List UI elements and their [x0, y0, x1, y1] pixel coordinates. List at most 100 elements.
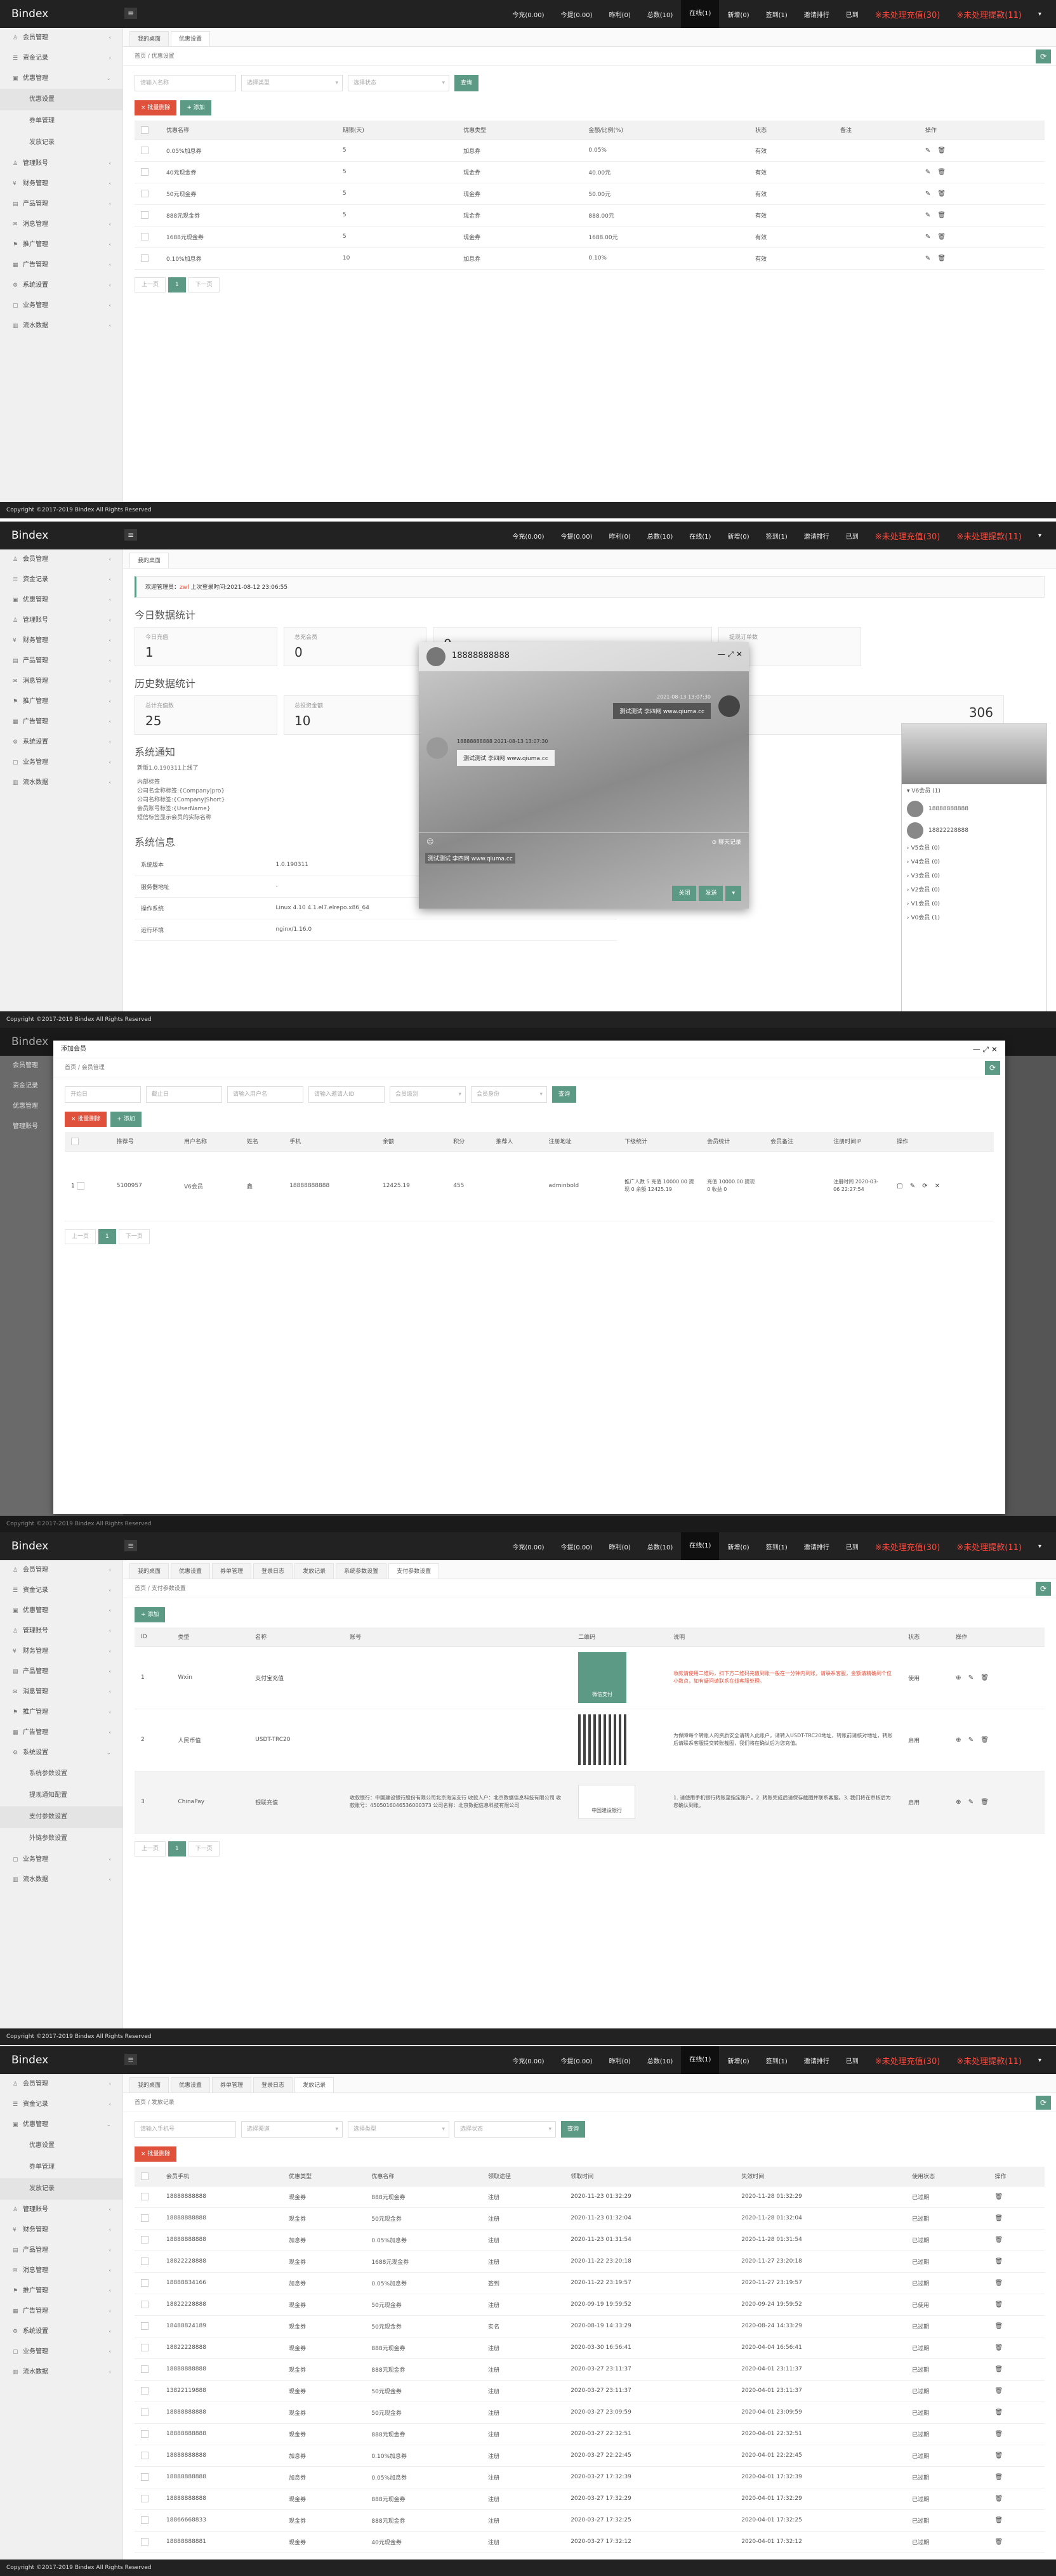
row-checkbox[interactable]: [141, 211, 148, 219]
nav-item[interactable]: 在线(1): [681, 1532, 720, 1560]
sidebar-item-admin[interactable]: ♙ 管理账号 ‹: [0, 1621, 122, 1641]
row-checkbox[interactable]: [141, 2279, 148, 2287]
delete-icon[interactable]: 🗑: [988, 2509, 1045, 2532]
sidebar-item-members[interactable]: ♙ 会员管理 ‹: [0, 1560, 122, 1580]
nav-item[interactable]: 签到(1): [758, 531, 796, 541]
username-input[interactable]: 请输入用户名: [227, 1086, 303, 1103]
prev-page-button[interactable]: 上一页: [135, 277, 166, 292]
refresh-icon[interactable]: ⟳: [1036, 2096, 1051, 2110]
nav-item[interactable]: 今提(0.00): [552, 2056, 600, 2065]
row-checkbox[interactable]: [141, 233, 148, 240]
row-actions[interactable]: ▢ ✎ ⟳ ✕: [890, 1151, 994, 1221]
nav-item[interactable]: 总数(10): [639, 1542, 682, 1551]
row-checkbox[interactable]: [141, 2344, 148, 2351]
tab-coupon-orders[interactable]: 券单管理: [212, 2077, 252, 2093]
nav-item[interactable]: 今充(0.00): [504, 2056, 552, 2065]
row-actions[interactable]: ⊕ ✎ 🗑: [949, 1709, 1045, 1771]
row-actions[interactable]: ✎ 🗑: [918, 140, 1045, 162]
row-checkbox[interactable]: [141, 2257, 148, 2265]
group-label[interactable]: › V0会员 (1): [907, 911, 1046, 925]
sidebar-sub-link-params[interactable]: 外链参数设置: [0, 1828, 122, 1850]
tab-issue-records[interactable]: 发放记录: [294, 2077, 334, 2093]
sidebar-item-admin[interactable]: ♙ 管理账号 ‹: [0, 2200, 122, 2220]
contact-item[interactable]: 18888888888: [907, 798, 1046, 820]
nav-item[interactable]: 已到: [838, 2056, 867, 2065]
sidebar-item-product[interactable]: ▤ 产品管理 ‹: [0, 651, 122, 671]
group-label[interactable]: › V5会员 (0): [907, 841, 1046, 855]
end-date-input[interactable]: 截止日: [146, 1086, 222, 1103]
nav-item[interactable]: 在线(1): [681, 0, 720, 28]
nav-item[interactable]: 在线(1): [681, 2046, 720, 2074]
chevron-down-icon[interactable]: ▾: [1030, 532, 1050, 539]
nav-item[interactable]: 签到(1): [758, 1542, 796, 1551]
nav-item[interactable]: 今充(0.00): [504, 10, 552, 19]
page-number[interactable]: 1: [168, 1841, 186, 1856]
nav-item[interactable]: 签到(1): [758, 2056, 796, 2065]
delete-icon[interactable]: 🗑: [988, 2294, 1045, 2316]
sidebar-item-finance[interactable]: ¥ 财务管理 ‹: [0, 174, 122, 194]
sidebar-sub-coupon-records[interactable]: 发放记录: [0, 132, 122, 154]
tab-coupon-orders[interactable]: 券单管理: [212, 1563, 252, 1579]
level-select[interactable]: 会员级别: [390, 1086, 466, 1103]
nav-item[interactable]: 邀请排行: [796, 2056, 838, 2065]
row-checkbox[interactable]: [141, 190, 148, 197]
page-number[interactable]: 1: [168, 277, 186, 292]
row-actions[interactable]: ✎ 🗑: [918, 247, 1045, 270]
search-button[interactable]: 查询: [454, 75, 479, 91]
nav-item[interactable]: 已到: [838, 1542, 867, 1551]
row-checkbox[interactable]: [141, 2538, 148, 2546]
sidebar-item-product[interactable]: ▤ 产品管理 ‹: [0, 1662, 122, 1682]
sidebar-item-system[interactable]: ⚙ 系统设置 ⌄: [0, 1743, 122, 1763]
nav-item[interactable]: 总数(10): [639, 10, 682, 19]
status-select[interactable]: 选择状态: [454, 2121, 556, 2138]
add-button[interactable]: + 添加: [110, 1112, 142, 1127]
nav-item[interactable]: 今充(0.00): [504, 1542, 552, 1551]
sidebar-sub-coupon-settings[interactable]: 优惠设置: [0, 89, 122, 110]
menu-toggle-icon[interactable]: ≡: [124, 8, 137, 19]
sidebar-item-ads[interactable]: ▦ 广告管理 ‹: [0, 2301, 122, 2322]
sidebar-item-content[interactable]: ✉ 消息管理 ‹: [0, 214, 122, 235]
nav-item[interactable]: 总数(10): [639, 2056, 682, 2065]
nav-item[interactable]: 昨利(0): [601, 2056, 639, 2065]
tab-desktop[interactable]: 我的桌面: [129, 1563, 169, 1579]
row-actions[interactable]: ⊕ ✎ 🗑: [949, 1646, 1045, 1709]
tab-coupon-settings[interactable]: 优惠设置: [171, 31, 211, 46]
next-page-button[interactable]: 下一页: [118, 1228, 150, 1244]
sidebar-item-finance[interactable]: ¥ 财务管理 ‹: [0, 1641, 122, 1662]
nav-item[interactable]: 昨利(0): [601, 1542, 639, 1551]
group-label[interactable]: › V2会员 (0): [907, 883, 1046, 897]
nav-item[interactable]: 昨利(0): [601, 10, 639, 19]
sidebar-item-orders[interactable]: ▢ 业务管理 ‹: [0, 752, 122, 773]
next-page-button[interactable]: 下一页: [188, 1841, 220, 1856]
delete-icon[interactable]: 🗑: [988, 2315, 1045, 2337]
tab-system-params[interactable]: 系统参数设置: [336, 1563, 387, 1579]
row-checkbox[interactable]: [141, 2430, 148, 2438]
chat-window-controls[interactable]: — ⤢ ✕: [718, 650, 742, 659]
pending-recharge-link[interactable]: ※未处理充值(30): [867, 530, 949, 542]
sidebar-item-coupon[interactable]: ▣ 优惠管理 ‹: [0, 590, 122, 610]
search-button[interactable]: 查询: [561, 2121, 586, 2138]
menu-toggle-icon[interactable]: ≡: [124, 2054, 137, 2065]
sidebar-sub-system-params[interactable]: 系统参数设置: [0, 1763, 122, 1785]
inviter-id-input[interactable]: 请输入邀请人ID: [308, 1086, 385, 1103]
row-checkbox[interactable]: [141, 168, 148, 176]
nav-item[interactable]: 新增(0): [719, 531, 757, 541]
pending-recharge-link[interactable]: ※未处理充值(30): [867, 2054, 949, 2067]
refresh-icon[interactable]: ⟳: [1036, 1582, 1051, 1596]
start-date-input[interactable]: 开始日: [65, 1086, 141, 1103]
sidebar-item-orders[interactable]: ▢ 业务管理 ‹: [0, 1850, 122, 1870]
type-select[interactable]: 选择类型: [348, 2121, 449, 2138]
sidebar-item-members[interactable]: ♙ 会员管理 ‹: [0, 2074, 122, 2094]
identity-select[interactable]: 会员身份: [471, 1086, 547, 1103]
menu-toggle-icon[interactable]: ≡: [124, 529, 137, 541]
row-checkbox[interactable]: [141, 2365, 148, 2373]
sidebar-item-promo[interactable]: ⚑ 推广管理 ‹: [0, 235, 122, 255]
row-checkbox[interactable]: [141, 2516, 148, 2524]
nav-item[interactable]: 邀请排行: [796, 1542, 838, 1551]
row-actions[interactable]: ✎ 🗑: [918, 161, 1045, 183]
pending-recharge-link[interactable]: ※未处理充值(30): [867, 1541, 949, 1553]
tab-desktop[interactable]: 我的桌面: [129, 2077, 169, 2093]
nav-item[interactable]: 今提(0.00): [552, 1542, 600, 1551]
add-button[interactable]: + 添加: [135, 1607, 166, 1622]
sidebar-sub-coupon-orders[interactable]: 券单管理: [0, 2157, 122, 2178]
